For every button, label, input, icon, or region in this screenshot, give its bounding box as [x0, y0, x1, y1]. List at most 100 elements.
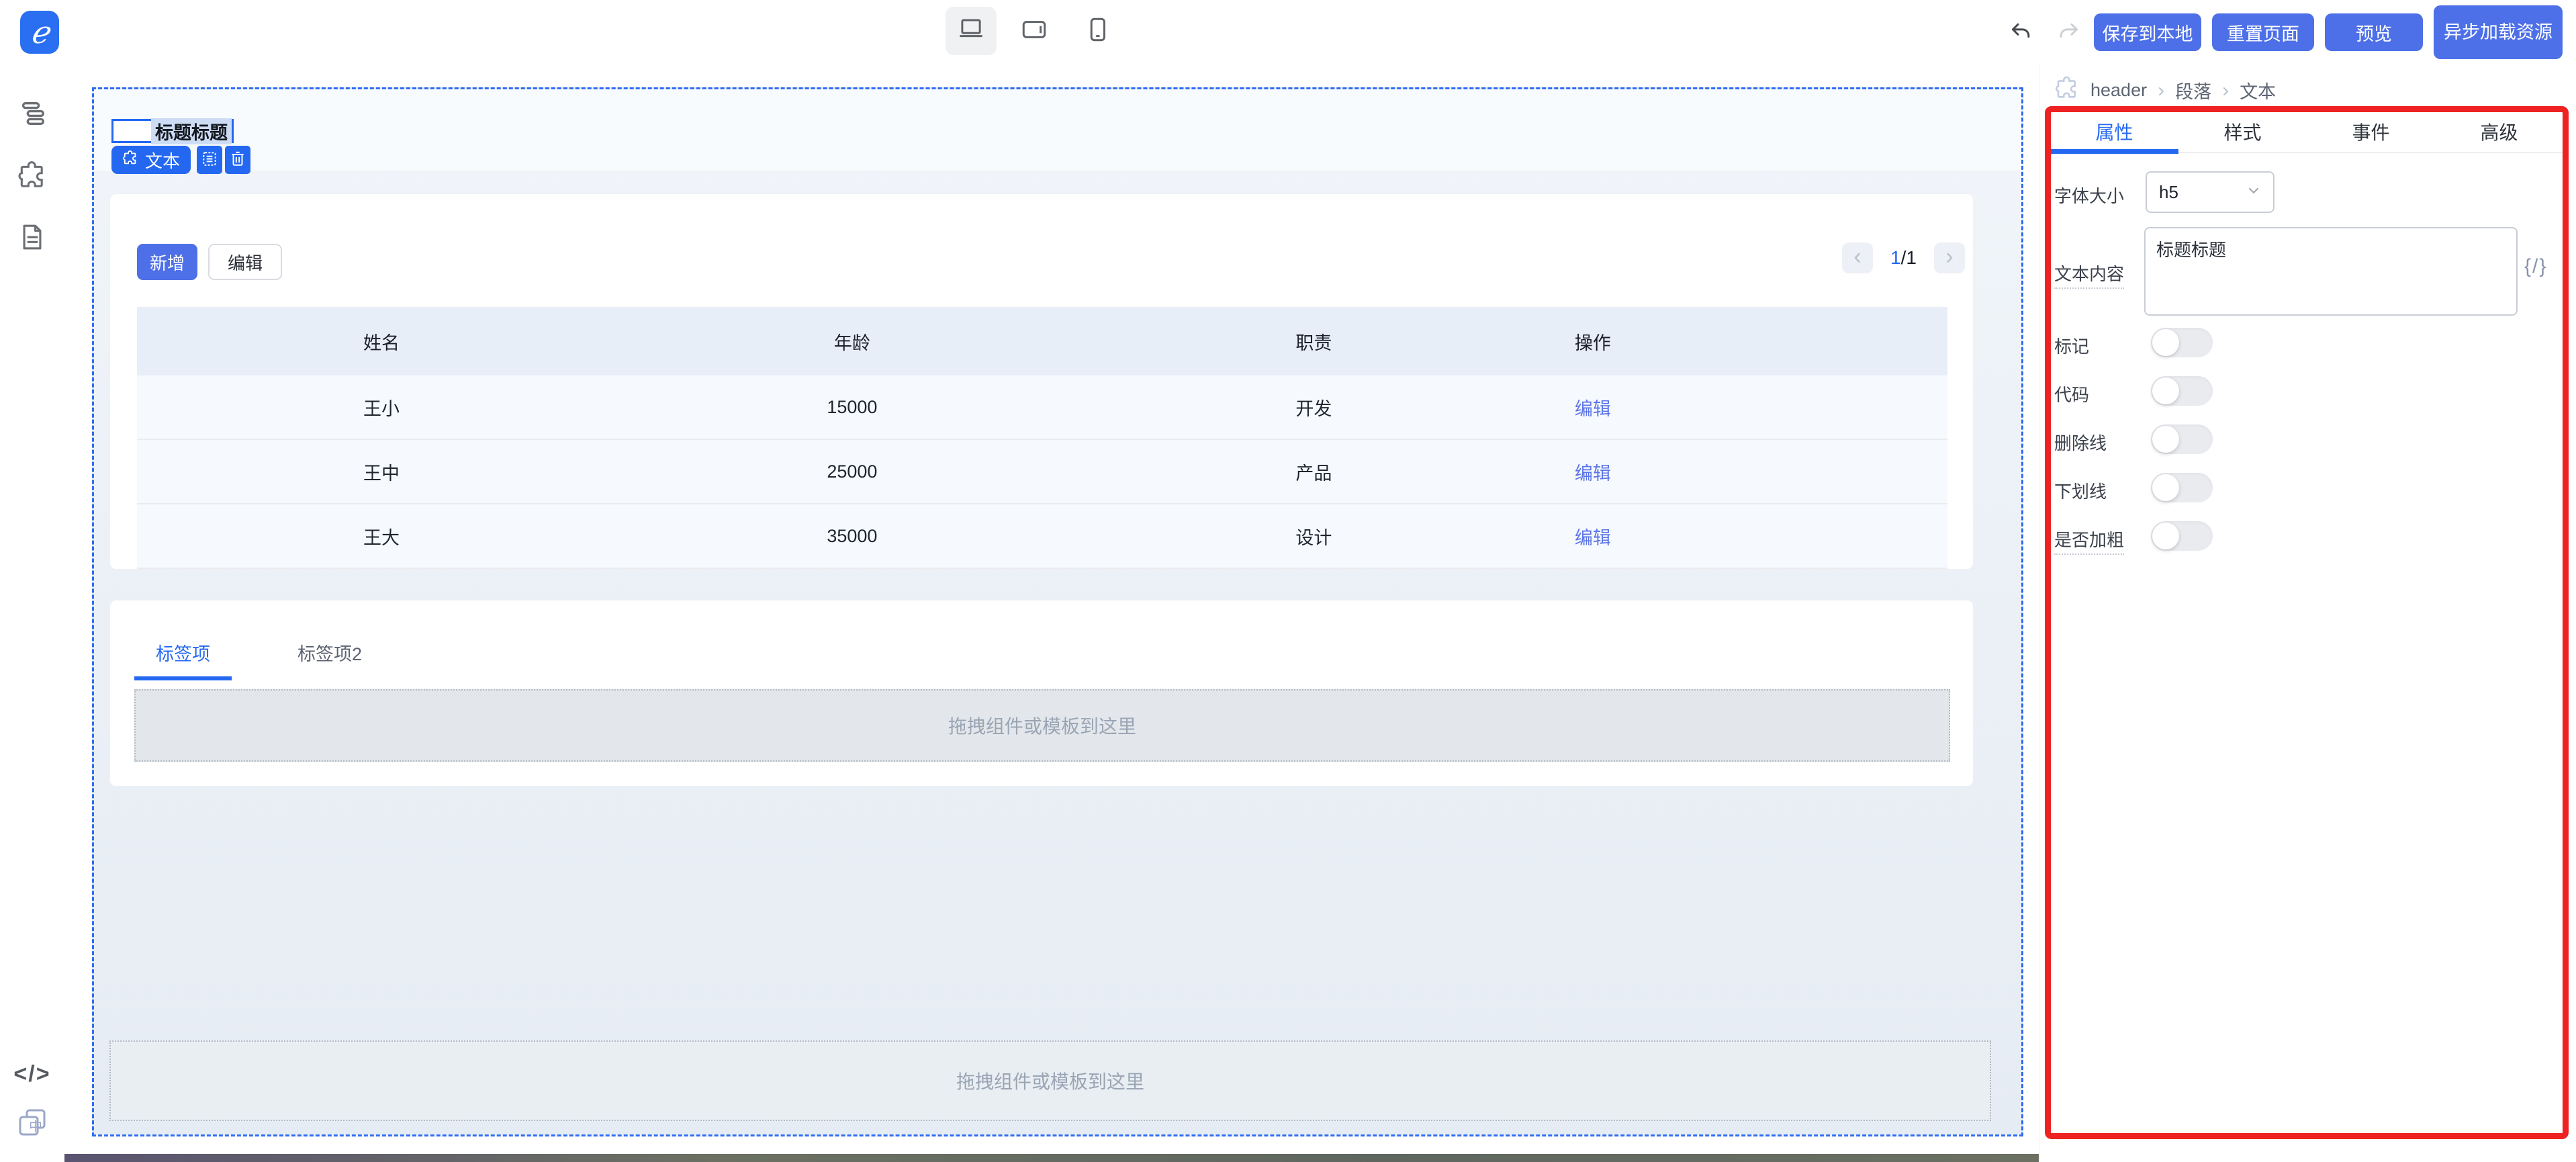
- chevron-down-icon: [2245, 181, 2262, 204]
- text-content-input[interactable]: 标题标题: [2144, 227, 2518, 316]
- async-load-resource-button[interactable]: 异步加载资源: [2434, 5, 2563, 59]
- pagination: ‹ 1/1 ›: [1842, 242, 1965, 273]
- cell-duty: 开发: [1078, 394, 1549, 420]
- tab-item-2[interactable]: 标签项2: [276, 630, 383, 680]
- cell-name: 王大: [137, 523, 626, 549]
- page-next-button[interactable]: ›: [1934, 242, 1965, 273]
- row-edit-link[interactable]: 编辑: [1575, 463, 1611, 484]
- trash-icon: [229, 150, 246, 171]
- dropzone-hint-text: 拖拽组件或模板到这里: [948, 712, 1136, 739]
- tab-style[interactable]: 样式: [2178, 118, 2307, 145]
- heading-text: 标题标题: [151, 118, 232, 144]
- sidebar-translate-button[interactable]: 中: [0, 1100, 64, 1147]
- cell-duty: 产品: [1078, 459, 1549, 485]
- page-current: 1: [1890, 247, 1901, 268]
- mark-toggle-label: 标记: [2054, 333, 2089, 358]
- undo-button[interactable]: [2007, 19, 2036, 48]
- mobile-icon: [1083, 15, 1111, 47]
- bottom-edge-strip: [64, 1154, 2039, 1162]
- column-header-name: 姓名: [137, 328, 626, 355]
- sidebar-code-button[interactable]: </>: [0, 1051, 64, 1098]
- editor-canvas[interactable]: 标题标题 文本: [92, 87, 2023, 1136]
- redo-button[interactable]: [2054, 19, 2083, 48]
- toggle-knob: [2152, 523, 2179, 549]
- breadcrumb-item-paragraph[interactable]: 段落: [2175, 77, 2211, 103]
- add-button[interactable]: 新增: [137, 244, 197, 280]
- cell-name: 王小: [137, 394, 626, 420]
- text-content-label: 文本内容: [2054, 261, 2124, 289]
- tab-dropzone[interactable]: 拖拽组件或模板到这里: [134, 689, 1950, 762]
- toggle-knob: [2152, 377, 2179, 404]
- property-inspector-panel: header › 段落 › 文本 属性 样式 事件 高级 字体大小 h5: [2039, 64, 2576, 1162]
- underline-toggle[interactable]: [2151, 473, 2213, 502]
- breadcrumb-item-text[interactable]: 文本: [2240, 77, 2276, 103]
- table-row: 王小 15000 开发 编辑: [137, 375, 1947, 440]
- tab-events[interactable]: 事件: [2307, 118, 2435, 145]
- table-row: 王中 25000 产品 编辑: [137, 440, 1947, 504]
- app-logo: ℯ: [20, 11, 59, 54]
- row-edit-link[interactable]: 编辑: [1575, 528, 1611, 548]
- font-size-value: h5: [2159, 182, 2178, 203]
- toggle-knob: [2152, 474, 2179, 501]
- device-mobile-button[interactable]: [1072, 7, 1123, 55]
- mark-toggle[interactable]: [2151, 328, 2213, 357]
- font-size-select[interactable]: h5: [2146, 171, 2274, 213]
- device-preview-switch: [946, 7, 1123, 55]
- underline-toggle-label: 下划线: [2054, 478, 2107, 503]
- formula-editor-button[interactable]: {/}: [2524, 255, 2547, 278]
- redo-icon: [2055, 19, 2082, 49]
- crud-card: 新增 编辑 ‹ 1/1 › 姓名 年龄 职责 操作 王小 15000 开发 编辑: [109, 193, 1974, 570]
- tabs-card: 标签项 标签项2 拖拽组件或模板到这里: [109, 600, 1974, 787]
- copy-icon: [201, 150, 218, 171]
- column-header-age: 年龄: [626, 328, 1078, 355]
- edit-button[interactable]: 编辑: [208, 244, 282, 280]
- preview-button[interactable]: 预览: [2325, 13, 2423, 51]
- sidebar-outline-button[interactable]: [0, 91, 64, 138]
- code-toggle-label: 代码: [2054, 382, 2089, 406]
- selection-actions: [197, 146, 250, 174]
- row-edit-link[interactable]: 编辑: [1575, 399, 1611, 419]
- cell-age: 35000: [626, 526, 1078, 547]
- selection-handle: [113, 121, 151, 141]
- editor-window: ℯ: [0, 0, 2576, 1162]
- copy-button[interactable]: [197, 146, 222, 174]
- column-header-operation: 操作: [1549, 328, 1947, 355]
- breadcrumb-item-header[interactable]: header: [2090, 80, 2147, 101]
- selected-text-element[interactable]: 标题标题: [111, 119, 234, 143]
- device-desktop-button[interactable]: [946, 7, 997, 55]
- bold-toggle[interactable]: [2151, 521, 2213, 551]
- reset-page-button[interactable]: 重置页面: [2212, 13, 2314, 51]
- save-local-button[interactable]: 保存到本地: [2094, 13, 2201, 51]
- toggle-knob: [2152, 426, 2179, 453]
- selected-component-chip[interactable]: 文本: [111, 146, 191, 174]
- cell-duty: 设计: [1078, 523, 1549, 549]
- table-header-row: 姓名 年龄 职责 操作: [137, 307, 1947, 375]
- breadcrumb-separator-icon: ›: [2222, 79, 2229, 102]
- tab-properties[interactable]: 属性: [2050, 118, 2178, 145]
- undo-icon: [2008, 19, 2035, 49]
- puzzle-icon: [2054, 75, 2080, 105]
- tab-item-1[interactable]: 标签项: [134, 630, 232, 680]
- sidebar-components-button[interactable]: [0, 153, 64, 200]
- top-toolbar: ℯ: [0, 0, 2576, 64]
- breadcrumb-separator-icon: ›: [2158, 79, 2164, 102]
- bottom-dropzone[interactable]: 拖拽组件或模板到这里: [109, 1040, 1991, 1121]
- bold-toggle-label: 是否加粗: [2054, 527, 2124, 555]
- code-toggle[interactable]: [2151, 376, 2213, 406]
- outline-icon: [17, 98, 48, 132]
- header-container[interactable]: [94, 89, 2021, 171]
- page-indicator: 1/1: [1890, 247, 1917, 269]
- left-sidebar: </> 中: [0, 64, 64, 1162]
- device-tablet-button[interactable]: [1009, 7, 1060, 55]
- delete-button[interactable]: [225, 146, 250, 174]
- page-prev-button[interactable]: ‹: [1842, 242, 1873, 273]
- breadcrumb: header › 段落 › 文本: [2054, 75, 2276, 105]
- tab-advanced[interactable]: 高级: [2435, 118, 2563, 145]
- cell-age: 25000: [626, 461, 1078, 482]
- strikethrough-toggle[interactable]: [2151, 424, 2213, 454]
- column-header-duty: 职责: [1078, 328, 1549, 355]
- inspector-body: 属性 样式 事件 高级 字体大小 h5 文本内容 标题标题 {/}: [2050, 111, 2563, 1134]
- table-row: 王大 35000 设计 编辑: [137, 504, 1947, 569]
- sidebar-pages-button[interactable]: [0, 215, 64, 262]
- laptop-icon: [957, 15, 985, 47]
